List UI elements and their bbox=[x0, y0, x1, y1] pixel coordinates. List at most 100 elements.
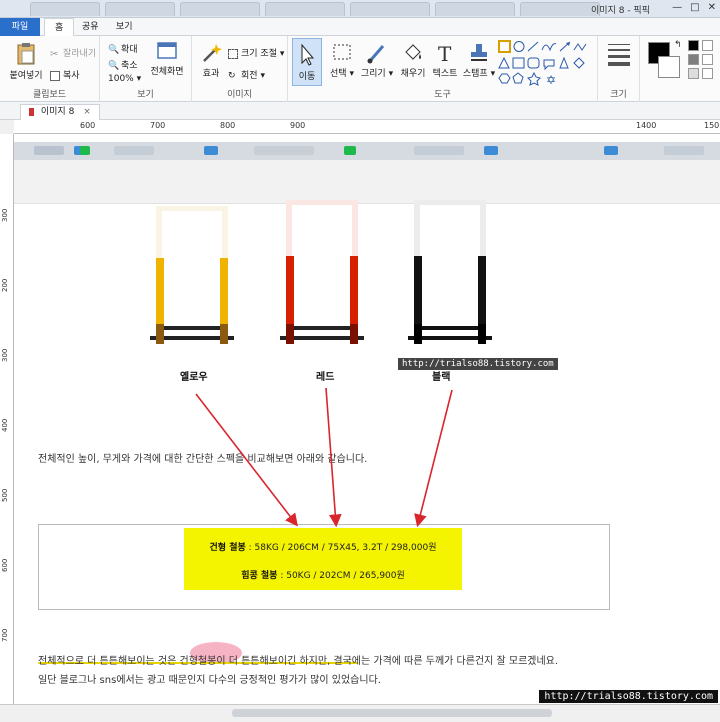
text-tool-button[interactable]: T 텍스트 bbox=[428, 42, 462, 79]
chevron-down-icon: ▾ bbox=[490, 69, 496, 79]
polyline-shape-icon[interactable] bbox=[573, 43, 587, 51]
color-white3-swatch[interactable] bbox=[702, 68, 713, 79]
fullscreen-button[interactable]: 전체화면 bbox=[146, 40, 188, 77]
horizontal-scrollbar[interactable] bbox=[232, 709, 552, 717]
menu-bar: 파일 홈 공유 보기 bbox=[0, 18, 720, 37]
ruler-tick-label: 700 bbox=[1, 628, 9, 642]
close-tab-icon[interactable]: × bbox=[83, 107, 91, 117]
line-width-icon[interactable] bbox=[608, 44, 630, 66]
brush-icon bbox=[367, 45, 385, 64]
cut-button[interactable]: ✂ 잘라내기 bbox=[50, 46, 96, 60]
clipboard-group-label: 클립보드 bbox=[32, 90, 67, 100]
zoom-in-label: 확대 bbox=[121, 45, 138, 55]
stamp-icon bbox=[471, 44, 487, 61]
effect-button[interactable]: 효과 bbox=[196, 42, 226, 79]
copy-icon bbox=[50, 70, 60, 81]
tools-group: 이동 선택 ▾ 그리기 ▾ 채우기 T 텍스트 스탬프 ▾ ✡ 도구 bbox=[288, 36, 598, 102]
close-button[interactable]: ✕ bbox=[708, 2, 716, 13]
conclusion-line-1: 전체적으로 더 튼튼해보이는 것은 건형철봉이 더 튼튼해보이긴 하지만, 결국… bbox=[38, 656, 559, 667]
color-palette[interactable] bbox=[688, 40, 713, 79]
asterisk-star-shape-icon[interactable]: ✡ bbox=[546, 73, 556, 86]
document-tab-label: 이미지 8 bbox=[40, 107, 75, 117]
move-tool-label: 이동 bbox=[298, 72, 316, 82]
clipboard-group: 붙여넣기 ✂ 잘라내기 복사 클립보드 bbox=[0, 36, 100, 102]
document-tab[interactable]: 이미지 8 × bbox=[20, 104, 100, 120]
view-group-label: 보기 bbox=[137, 90, 154, 100]
image-canvas[interactable]: 옐로우 레드 블랙 http://trialso88.tistory.com 전… bbox=[14, 134, 720, 704]
square-shape-icon[interactable] bbox=[512, 57, 525, 69]
secondary-color-swatch[interactable] bbox=[658, 56, 680, 78]
zoom-in-button[interactable]: 🔍 확대 bbox=[108, 42, 138, 56]
rectangle-shape-icon[interactable] bbox=[498, 40, 511, 53]
paste-button[interactable]: 붙여넣기 bbox=[6, 42, 46, 81]
curve-shape-icon[interactable] bbox=[541, 43, 557, 52]
spec-line-1: 건형 철봉 : 58KG / 206CM / 75X45, 3.2T / 298… bbox=[184, 540, 462, 553]
star-shape-icon[interactable] bbox=[527, 71, 541, 86]
hexagon-shape-icon[interactable] bbox=[498, 73, 511, 84]
browser-tab-ghost bbox=[265, 2, 345, 16]
spec1-name: 건형 철봉 bbox=[209, 543, 246, 553]
spec2-value: : 50KG / 202CM / 265,900원 bbox=[277, 571, 405, 581]
draw-tool-label: 그리기 bbox=[360, 69, 386, 79]
zoom-out-button[interactable]: 🔍 축소 bbox=[108, 58, 138, 72]
menu-share[interactable]: 공유 bbox=[72, 18, 109, 36]
rotate-label: 회전 bbox=[241, 71, 258, 81]
color-white2-swatch[interactable] bbox=[702, 54, 713, 65]
minimize-button[interactable]: — bbox=[672, 2, 682, 13]
black-rack bbox=[408, 200, 492, 344]
triangle-shape-icon[interactable] bbox=[498, 56, 510, 69]
ruler-tick-label: 300 bbox=[1, 208, 9, 222]
conclusion-line-2: 일단 블로그나 sns에서는 광고 때문인지 다수의 긍정적인 평가가 많이 있… bbox=[38, 675, 381, 686]
swap-colors-icon[interactable]: ↰ bbox=[674, 40, 682, 50]
ruler-tick-label: 800 bbox=[220, 121, 236, 130]
size-group: 크기 bbox=[598, 36, 640, 102]
svg-text:T: T bbox=[438, 42, 452, 64]
menu-home[interactable]: 홈 bbox=[44, 18, 75, 37]
pentagon-shape-icon[interactable] bbox=[512, 72, 524, 84]
browser-tab-ghost bbox=[435, 2, 515, 16]
copy-button[interactable]: 복사 bbox=[50, 68, 80, 81]
menu-view[interactable]: 보기 bbox=[106, 18, 143, 36]
rotate-button[interactable]: ↻ 회전 ▾ bbox=[228, 68, 265, 82]
paint-bucket-icon bbox=[405, 44, 421, 60]
copy-label: 복사 bbox=[63, 71, 80, 81]
line-shape-icon[interactable] bbox=[527, 41, 539, 52]
maximize-button[interactable]: □ bbox=[690, 2, 699, 13]
select-tool-button[interactable]: 선택 ▾ bbox=[326, 42, 358, 79]
spec-table-box: 건형 철봉 : 58KG / 206CM / 75X45, 3.2T / 298… bbox=[38, 524, 610, 610]
fill-tool-button[interactable]: 채우기 bbox=[396, 42, 430, 79]
paste-label: 붙여넣기 bbox=[9, 71, 43, 81]
watermark-top: http://trialso88.tistory.com bbox=[398, 358, 558, 370]
resize-button[interactable]: 크기 조절 ▾ bbox=[228, 46, 284, 59]
document-tab-strip: 이미지 8 × bbox=[0, 102, 720, 120]
move-tool-button[interactable]: 이동 bbox=[292, 38, 322, 86]
zoom-level-dropdown[interactable]: 100% ▾ bbox=[108, 74, 141, 84]
chevron-down-icon: ▾ bbox=[260, 71, 265, 81]
color-white-swatch[interactable] bbox=[702, 40, 713, 51]
color-black-swatch[interactable] bbox=[688, 40, 699, 51]
shapes-palette[interactable]: ✡ bbox=[498, 40, 594, 86]
status-bar bbox=[0, 704, 720, 722]
zoom-level-value: 100% bbox=[108, 74, 134, 84]
draw-tool-button[interactable]: 그리기 ▾ bbox=[360, 42, 394, 79]
clipboard-icon bbox=[17, 43, 35, 65]
text-tool-label: 텍스트 bbox=[432, 69, 458, 79]
color-gray-swatch[interactable] bbox=[688, 54, 699, 65]
ruler-tick-label: 150 bbox=[704, 121, 720, 130]
diamond-shape-icon[interactable] bbox=[573, 57, 585, 69]
stamp-tool-label: 스탬프 bbox=[462, 69, 488, 79]
stamp-tool-button[interactable]: 스탬프 ▾ bbox=[462, 42, 496, 79]
magic-wand-icon bbox=[203, 44, 222, 62]
rack-label-black: 블랙 bbox=[432, 372, 451, 383]
select-tool-label: 선택 bbox=[330, 69, 347, 79]
rounded-rect-shape-icon[interactable] bbox=[527, 57, 540, 69]
ribbon: 붙여넣기 ✂ 잘라내기 복사 클립보드 🔍 확대 🔍 축소 100% ▾ 전체화면 보… bbox=[0, 36, 720, 102]
color-light-swatch[interactable] bbox=[688, 68, 699, 79]
window-title: 이미지 8 - 픽픽 bbox=[591, 6, 650, 16]
pixelated-browser-strip bbox=[14, 142, 720, 160]
speech-bubble-shape-icon[interactable] bbox=[543, 59, 555, 71]
menu-file[interactable]: 파일 bbox=[0, 18, 40, 36]
spec1-value: : 58KG / 206CM / 75X45, 3.2T / 298,000원 bbox=[245, 543, 437, 553]
triangle-small-shape-icon[interactable] bbox=[559, 56, 569, 69]
circle-plus-shape-icon[interactable] bbox=[513, 41, 525, 52]
